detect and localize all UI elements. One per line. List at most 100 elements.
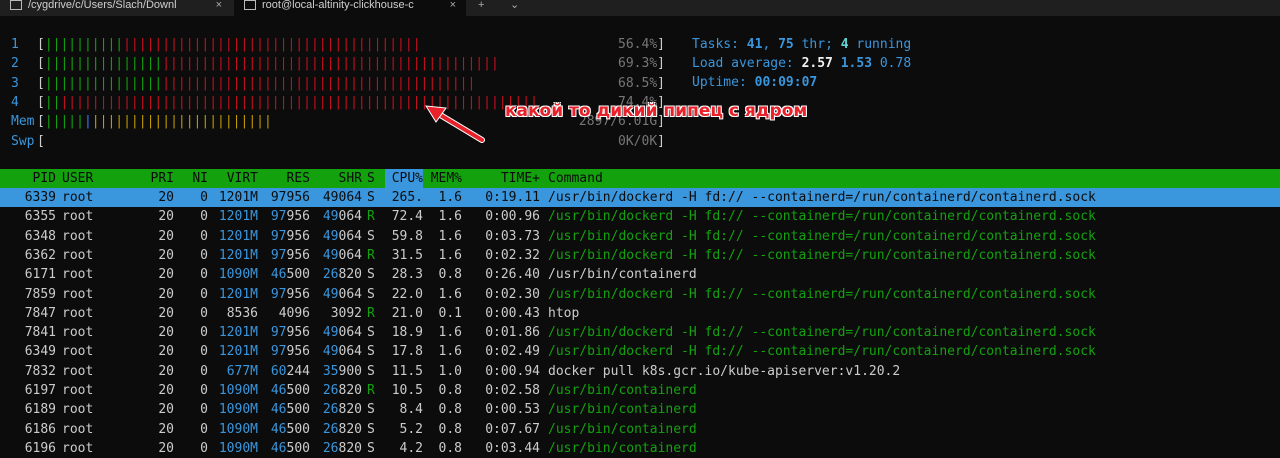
cell-s: S: [367, 421, 375, 437]
table-row[interactable]: 7847 root 20 0 8536 4096 3092 R 21.0 0.1 0:00.43 ht…: [0, 304, 1280, 323]
cell-cmd: /usr/bin/containerd: [548, 267, 697, 283]
col-shr[interactable]: SHR: [316, 169, 362, 188]
cell-shr: 49064: [322, 286, 362, 302]
table-row[interactable]: 7841 root 20 0 1201M 97956 49064 S 18.9 1.6 0:01.8…: [0, 323, 1280, 342]
col-command[interactable]: Command: [548, 169, 1268, 188]
dropdown-button[interactable]: ⌄: [510, 0, 519, 11]
cell-pid: 6348: [24, 228, 56, 244]
cell-virt: 1201M: [218, 209, 258, 225]
cell-shr: 3092: [330, 305, 362, 321]
col-cpu[interactable]: CPU%: [385, 169, 423, 188]
cell-cmd: /usr/bin/dockerd -H fd:// --containerd=/…: [548, 286, 1096, 302]
col-virt[interactable]: VIRT: [212, 169, 258, 188]
cell-virt: 677M: [226, 363, 258, 379]
cell-virt: 1201M: [218, 190, 258, 205]
col-pid[interactable]: PID: [0, 169, 56, 188]
cell-pid: 6362: [24, 247, 56, 263]
cell-pid: 6196: [24, 440, 56, 456]
close-icon[interactable]: ×: [216, 0, 222, 11]
cell-pid: 6189: [24, 402, 56, 418]
cell-ni: 0: [200, 305, 208, 321]
table-row[interactable]: 6355 root 20 0 1201M 97956 49064 R 72.4 1.6 0:00.9…: [0, 207, 1280, 226]
col-mem[interactable]: MEM%: [428, 169, 462, 188]
tasks-count: 41: [746, 37, 763, 52]
col-pri[interactable]: PRI: [140, 169, 174, 188]
close-icon[interactable]: ×: [450, 0, 456, 11]
cell-pri: 20: [158, 402, 174, 418]
cell-s: R: [367, 383, 375, 398]
table-row[interactable]: 6339 root 20 0 1201M 97956 49064 S 265. 1.6 0:19.1…: [0, 188, 1280, 207]
meter-swp: Swp[: [11, 132, 45, 151]
meter-bracket: [: [37, 94, 45, 110]
cell-cmd: /usr/bin/dockerd -H fd:// --containerd=/…: [548, 344, 1096, 360]
meter-bar: ||||||||||||||||||||||||||||||||||||||||…: [44, 75, 476, 91]
cell-cpu: 59.8: [391, 228, 423, 244]
table-row[interactable]: 6171 root 20 0 1090M 46500 26820 S 28.3 0.8 0:26.4…: [0, 265, 1280, 284]
cell-pid: 7841: [24, 325, 56, 341]
col-time[interactable]: TIME+: [466, 169, 540, 188]
tab-root-session[interactable]: root@local-altinity-clickhouse-c ×: [234, 0, 466, 16]
meter-value: 68.5%]: [560, 74, 665, 93]
meter-value: 56.4%]: [560, 35, 665, 54]
tab-cygwin[interactable]: /cygdrive/c/Users/Slach/Downl ×: [0, 0, 232, 16]
cell-ni: 0: [200, 228, 208, 244]
col-state[interactable]: S: [367, 169, 379, 188]
cell-ni: 0: [200, 440, 208, 456]
cell-res: 97956: [270, 209, 310, 225]
cell-user: root: [62, 267, 94, 283]
cell-ni: 0: [200, 325, 208, 341]
meter-bracket: ]: [657, 75, 665, 91]
table-row[interactable]: 6197 root 20 0 1090M 46500 26820 R 10.5 0.8 0:02.5…: [0, 381, 1280, 400]
cell-mem: 1.6: [438, 286, 462, 302]
col-user[interactable]: USER: [62, 169, 132, 188]
table-row[interactable]: 7832 root 20 0 677M 60244 35900 S 11.5 1.0 0:00.94…: [0, 362, 1280, 381]
col-res[interactable]: RES: [262, 169, 310, 188]
cell-virt: 8536: [226, 305, 258, 321]
cell-virt: 1090M: [218, 383, 258, 398]
table-row[interactable]: 6362 root 20 0 1201M 97956 49064 R 31.5 1.6 0:02.3…: [0, 246, 1280, 265]
cell-cpu: 5.2: [399, 421, 423, 437]
cell-s: S: [367, 267, 375, 283]
cell-cpu: 8.4: [399, 402, 423, 418]
cell-cmd: /usr/bin/dockerd -H fd:// --containerd=/…: [548, 190, 1096, 205]
cell-pri: 20: [158, 190, 174, 205]
table-row[interactable]: 7859 root 20 0 1201M 97956 49064 S 22.0 1.6 0:02.3…: [0, 285, 1280, 304]
cell-mem: 1.0: [438, 363, 462, 379]
cell-user: root: [62, 363, 94, 379]
meter-bracket: [: [37, 133, 45, 149]
cell-pid: 6355: [24, 209, 56, 225]
cell-pid: 6186: [24, 421, 56, 437]
cell-virt: 1090M: [218, 402, 258, 418]
cell-s: R: [367, 209, 375, 225]
tab-label: root@local-altinity-clickhouse-c: [262, 0, 414, 11]
cell-pri: 20: [158, 209, 174, 225]
table-row[interactable]: 6349 root 20 0 1201M 97956 49064 S 17.8 1.6 0:02.4…: [0, 342, 1280, 361]
cell-time: 0:00.96: [485, 209, 540, 225]
cell-s: R: [367, 305, 375, 321]
cell-pri: 20: [158, 267, 174, 283]
cell-mem: 1.6: [438, 344, 462, 360]
cell-shr: 49064: [322, 209, 362, 225]
cell-cmd: /usr/bin/containerd: [548, 383, 697, 398]
cell-mem: 1.6: [438, 247, 462, 263]
cell-time: 0:00.53: [485, 402, 540, 418]
cell-mem: 1.6: [438, 228, 462, 244]
cell-s: S: [367, 190, 375, 205]
cell-mem: 0.8: [438, 402, 462, 418]
table-row[interactable]: 6348 root 20 0 1201M 97956 49064 S 59.8 1.6 0:03.7…: [0, 227, 1280, 246]
meter-2: 2 [||||||||||||||||||||||||||||||||||||||…: [11, 54, 499, 73]
cell-virt: 1201M: [218, 344, 258, 360]
cell-shr: 35900: [322, 363, 362, 379]
cell-cpu: 22.0: [391, 286, 423, 302]
cell-cmd: /usr/bin/containerd: [548, 421, 697, 437]
table-row[interactable]: 6196 root 20 0 1090M 46500 26820 S 4.2 0.8 0:03.44…: [0, 439, 1280, 458]
threads-count: 75: [778, 37, 794, 52]
cell-time: 0:26.40: [485, 267, 540, 283]
table-row[interactable]: 6186 root 20 0 1090M 46500 26820 S 5.2 0.8 0:07.67…: [0, 420, 1280, 439]
new-tab-button[interactable]: +: [478, 0, 484, 11]
cell-res: 97956: [270, 190, 310, 205]
cell-cpu: 72.4: [391, 209, 423, 225]
cell-ni: 0: [200, 209, 208, 225]
col-ni[interactable]: NI: [180, 169, 208, 188]
table-row[interactable]: 6189 root 20 0 1090M 46500 26820 S 8.4 0.8 0:00.53…: [0, 400, 1280, 419]
